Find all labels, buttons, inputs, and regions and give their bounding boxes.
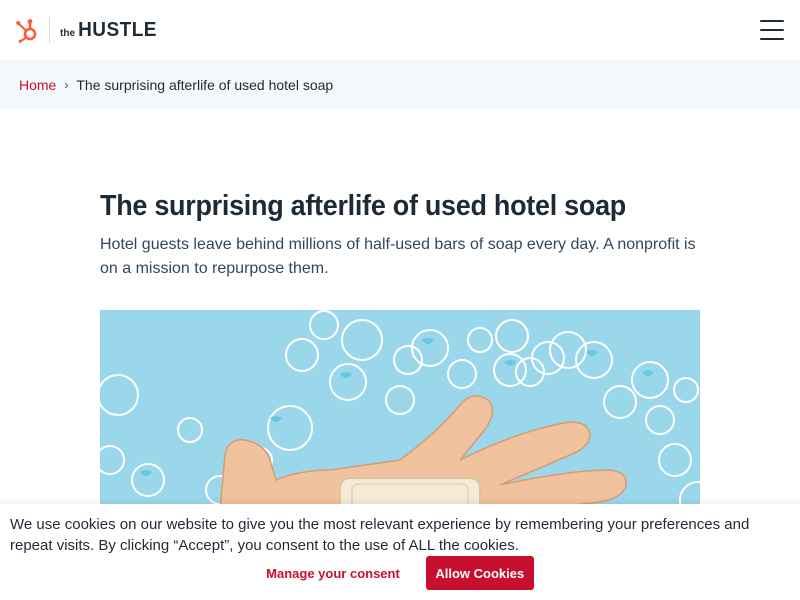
breadcrumb-separator: › <box>64 77 69 92</box>
allow-cookies-button[interactable]: Allow Cookies <box>425 556 534 590</box>
menu-line <box>760 38 784 40</box>
brand-name: HUSTLE <box>78 18 157 41</box>
hero-illustration <box>100 310 700 510</box>
brand-divider <box>49 17 50 43</box>
cookie-actions: Manage your consent Allow Cookies <box>0 556 800 590</box>
article-header: The surprising afterlife of used hotel s… <box>100 190 700 281</box>
brand-prefix: the <box>60 27 75 39</box>
the-hustle-logo: the HUSTLE <box>60 19 159 42</box>
cookie-banner-text: We use cookies on our website to give yo… <box>10 516 750 554</box>
breadcrumb-current: The surprising afterlife of used hotel s… <box>76 76 334 93</box>
hubspot-sprocket-icon <box>16 19 37 43</box>
article-subtitle: Hotel guests leave behind millions of ha… <box>100 236 696 277</box>
breadcrumb-home-link[interactable]: Home <box>19 77 56 93</box>
article-title: The surprising afterlife of used hotel s… <box>100 190 626 222</box>
breadcrumb: Home › The surprising afterlife of used … <box>0 60 800 109</box>
hamburger-menu-icon[interactable] <box>760 20 784 40</box>
cookie-banner: We use cookies on our website to give yo… <box>0 504 800 600</box>
menu-line <box>760 29 784 31</box>
hero-image <box>100 310 700 510</box>
brand[interactable]: the HUSTLE <box>15 17 159 43</box>
site-header: the HUSTLE <box>0 0 800 60</box>
manage-consent-button[interactable]: Manage your consent <box>266 566 400 581</box>
menu-line <box>760 20 784 22</box>
